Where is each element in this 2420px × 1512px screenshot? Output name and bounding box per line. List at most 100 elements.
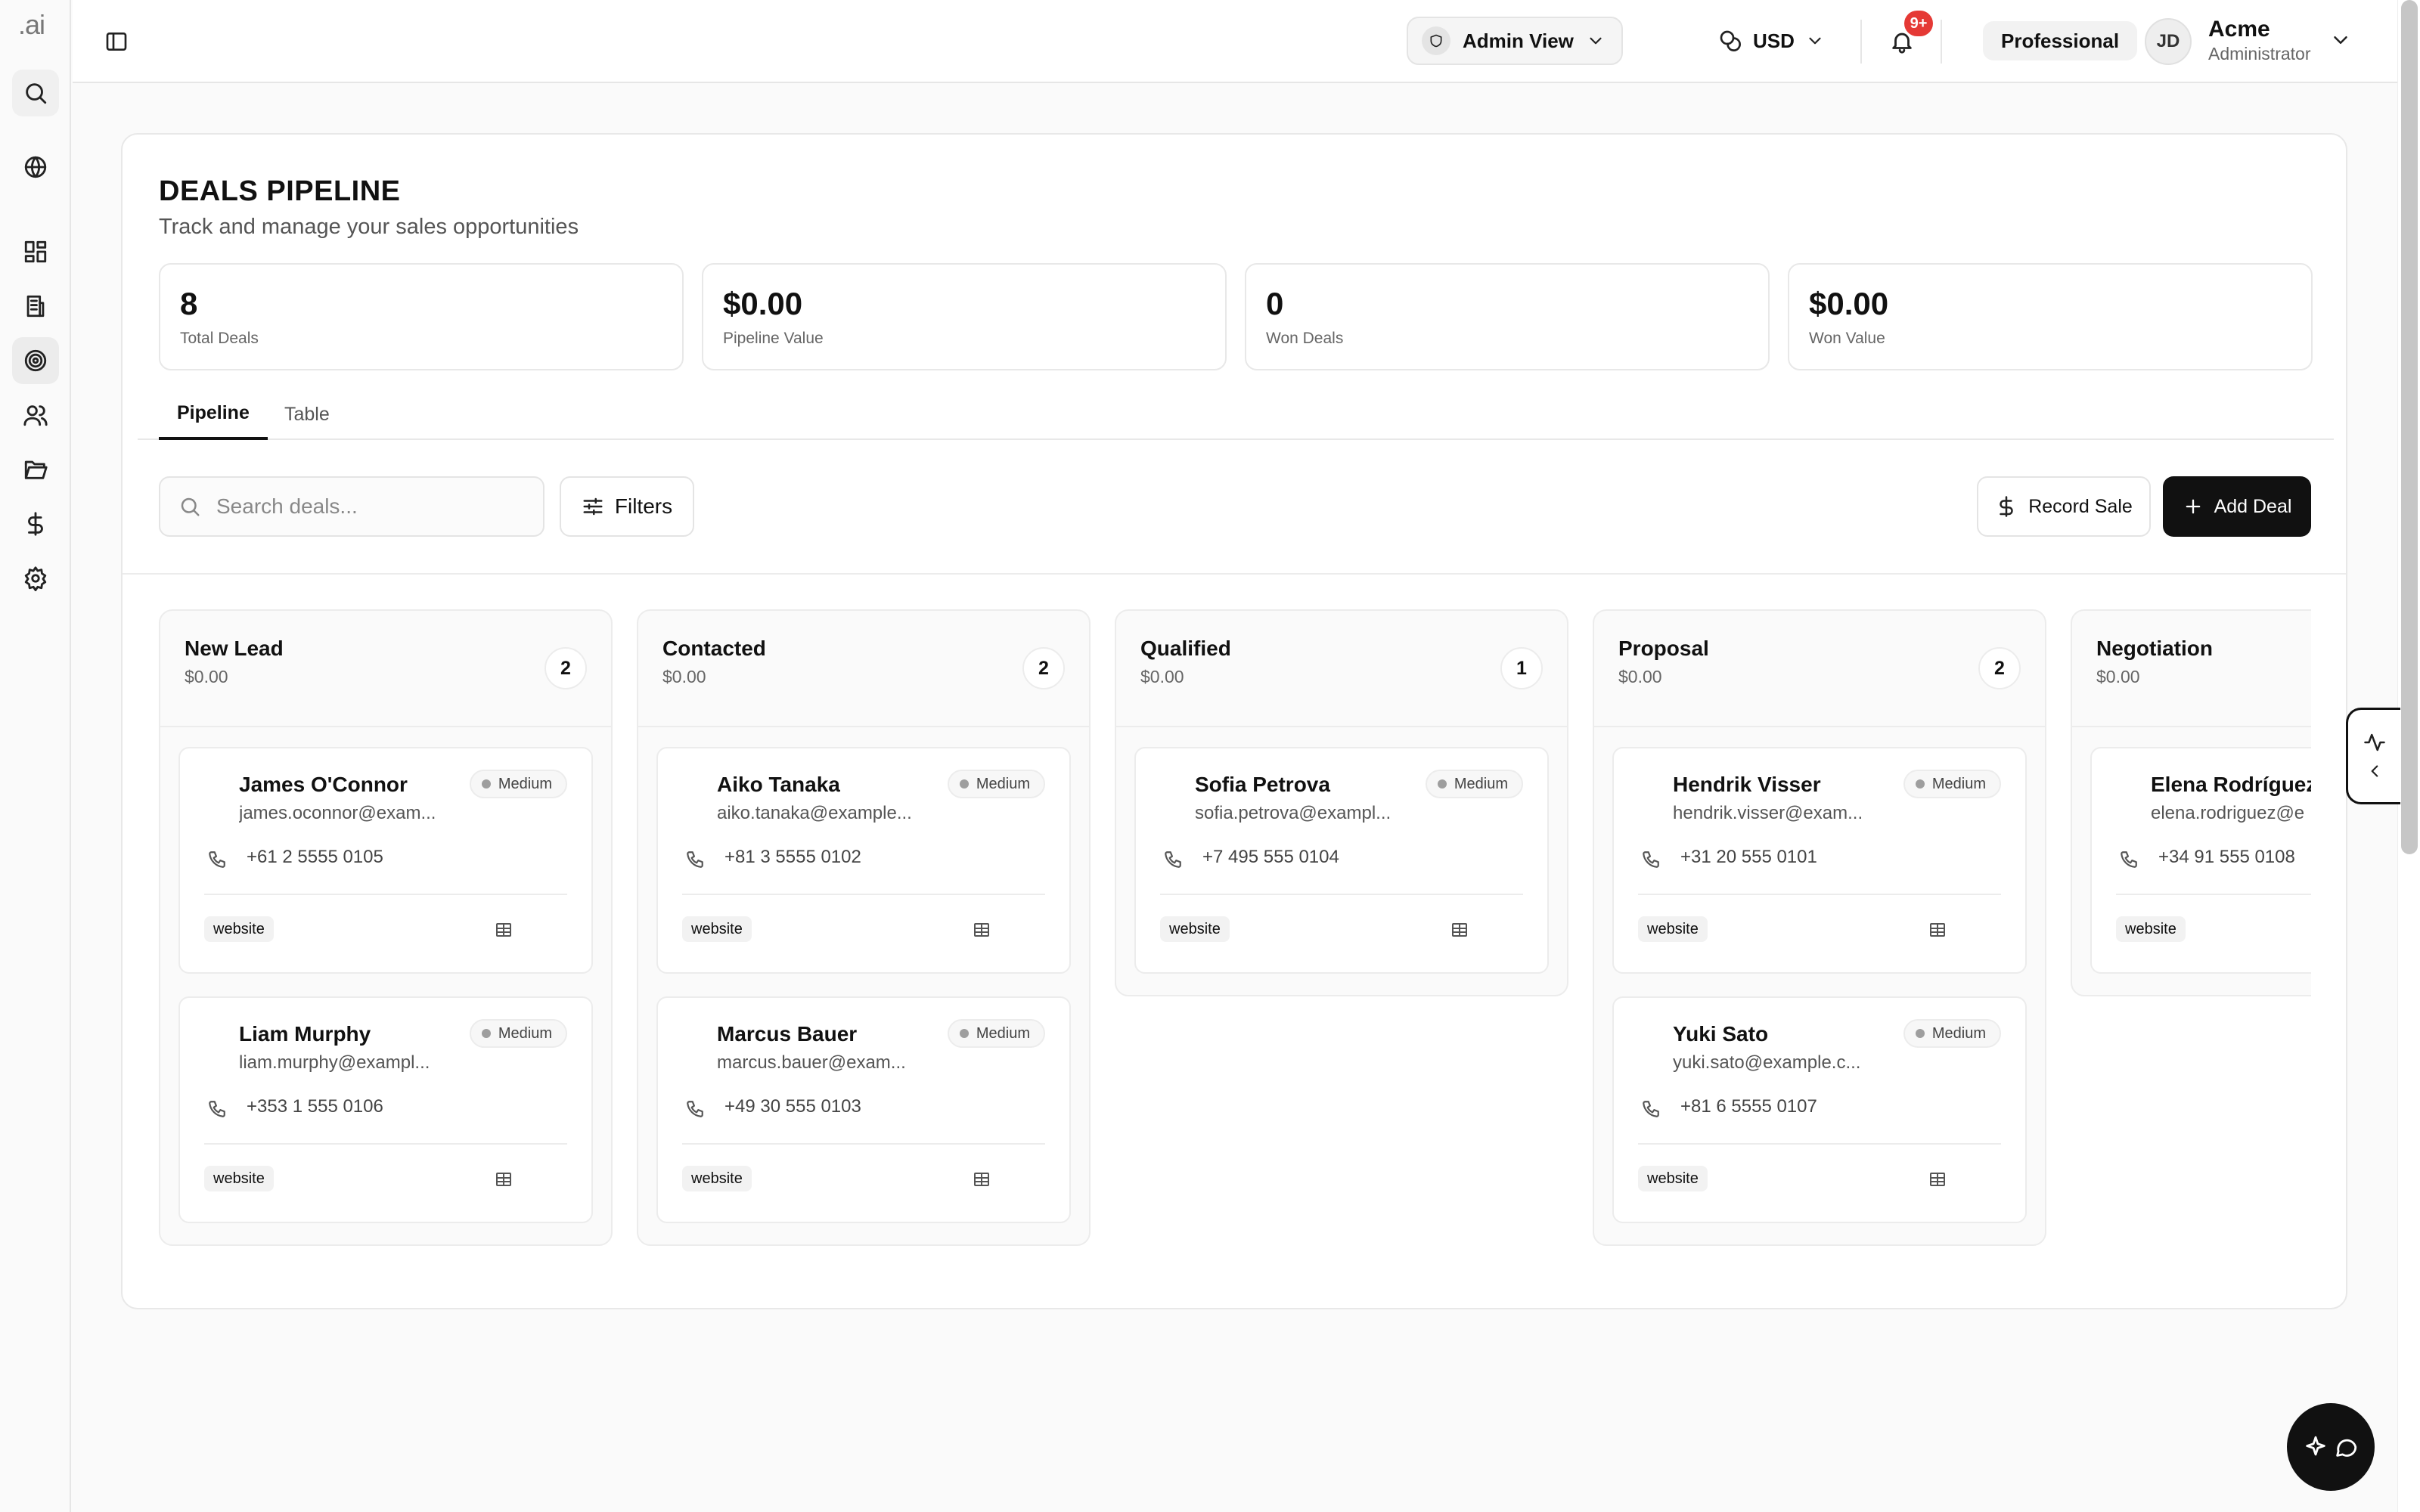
phone-icon: [687, 1101, 703, 1117]
deal-email: elena.rodriguez@e: [2151, 803, 2305, 823]
source-tag: website: [1160, 916, 1230, 942]
deal-details-button[interactable]: [1446, 916, 1473, 943]
currency-selector[interactable]: USD: [1718, 17, 1825, 65]
table-icon: [1452, 923, 1467, 937]
chevron-left-icon: [2371, 765, 2378, 777]
user-role: Administrator: [2208, 44, 2311, 64]
pipeline-column-new-lead: New Lead $0.00 2 James O'Connor james.oc…: [159, 609, 613, 1246]
divider: [682, 894, 1045, 895]
deal-details-button[interactable]: [490, 1166, 517, 1193]
priority-label: Medium: [1454, 775, 1508, 792]
stat-value: 0: [1266, 286, 1284, 321]
priority-badge: Medium: [1903, 770, 2001, 798]
view-selector[interactable]: Admin View: [1407, 17, 1623, 65]
column-total: $0.00: [185, 667, 228, 686]
column-header: Contacted $0.00 2: [638, 611, 1089, 727]
user-name[interactable]: Acme: [2208, 17, 2270, 42]
tab-pipeline[interactable]: Pipeline: [159, 389, 268, 440]
deals-card: DEALS PIPELINE Track and manage your sal…: [121, 133, 2347, 1309]
sidebar-search-button[interactable]: [12, 70, 59, 116]
chevron-down-icon: [1590, 37, 1602, 45]
deal-phone: +7 495 555 0104: [1202, 847, 1339, 867]
column-header: Qualified $0.00 1: [1116, 611, 1567, 727]
avatar[interactable]: JD: [2145, 18, 2192, 65]
table-icon: [1930, 1173, 1945, 1186]
sidebar-item-dashboard[interactable]: [12, 228, 59, 275]
sidebar-toggle-button[interactable]: [100, 25, 133, 58]
deal-email: yuki.sato@example.c...: [1673, 1052, 1861, 1073]
stat-label: Pipeline Value: [723, 330, 824, 347]
deal-card[interactable]: Elena Rodríguez elena.rodriguez@e +34 91…: [2090, 747, 2311, 974]
page-scrollbar[interactable]: [2397, 0, 2420, 1512]
sidebar-item-files[interactable]: [12, 446, 59, 493]
sidebar-item-sales[interactable]: [12, 500, 59, 547]
deal-card[interactable]: Hendrik Visser hendrik.visser@exam... Me…: [1612, 747, 2027, 974]
column-title: New Lead: [185, 637, 284, 660]
topbar-divider: [1860, 20, 1862, 64]
divider: [1638, 894, 2001, 895]
divider: [123, 573, 2346, 575]
deal-card[interactable]: Liam Murphy liam.murphy@exampl... Medium…: [178, 996, 593, 1223]
scrollbar-thumb[interactable]: [2401, 0, 2418, 854]
column-total: $0.00: [1140, 667, 1184, 686]
pipeline-column-qualified: Qualified $0.00 1 Sofia Petrova sofia.pe…: [1115, 609, 1568, 996]
sidebar-item-settings[interactable]: [12, 555, 59, 602]
ai-chat-button[interactable]: [2287, 1403, 2375, 1491]
search-input[interactable]: [216, 494, 534, 519]
priority-label: Medium: [498, 1024, 552, 1042]
sidebar-item-globe[interactable]: [12, 144, 59, 191]
deal-card[interactable]: James O'Connor james.oconnor@exam... Med…: [178, 747, 593, 974]
view-selector-label: Admin View: [1463, 29, 1574, 52]
app-logo: .ai: [18, 9, 45, 40]
sidebar-item-deals[interactable]: [12, 337, 59, 384]
priority-badge: Medium: [947, 770, 1045, 798]
topbar-divider: [1941, 20, 1942, 64]
deal-details-button[interactable]: [968, 1166, 995, 1193]
plan-badge: Professional: [1983, 21, 2138, 60]
deal-email: james.oconnor@exam...: [239, 803, 436, 823]
sidebar-item-companies[interactable]: [12, 283, 59, 330]
divider: [1160, 894, 1523, 895]
deal-details-button[interactable]: [1924, 1166, 1951, 1193]
deal-contact-name: Elena Rodríguez: [2151, 773, 2311, 796]
tab-table[interactable]: Table: [266, 389, 348, 440]
filters-button[interactable]: Filters: [560, 476, 694, 537]
gear-icon: [24, 566, 47, 591]
priority-label: Medium: [976, 1024, 1030, 1042]
deal-phone: +49 30 555 0103: [724, 1096, 861, 1117]
column-title: Qualified: [1140, 637, 1231, 660]
add-deal-label: Add Deal: [2214, 495, 2292, 517]
search-icon: [26, 83, 47, 104]
sidebar-item-contacts[interactable]: [12, 392, 59, 438]
deal-card[interactable]: Aiko Tanaka aiko.tanaka@example... Mediu…: [656, 747, 1071, 974]
priority-label: Medium: [1931, 1024, 1986, 1042]
status-dot: [959, 779, 969, 789]
user-menu-button[interactable]: [2329, 29, 2352, 55]
building-icon: [26, 295, 45, 318]
deal-details-button[interactable]: [968, 916, 995, 943]
deal-email: aiko.tanaka@example...: [717, 803, 912, 823]
record-sale-button[interactable]: Record Sale: [1977, 476, 2151, 537]
priority-badge: Medium: [1903, 1019, 2001, 1048]
stat-label: Won Value: [1809, 330, 1885, 347]
deal-details-button[interactable]: [1924, 916, 1951, 943]
plus-icon: [2186, 499, 2200, 514]
source-tag: website: [682, 1166, 752, 1191]
search-icon: [181, 497, 200, 516]
deal-card[interactable]: Yuki Sato yuki.sato@example.c... Medium …: [1612, 996, 2027, 1223]
deal-email: marcus.bauer@exam...: [717, 1052, 906, 1073]
phone-icon: [687, 851, 703, 868]
search-box: [159, 476, 544, 537]
priority-badge: Medium: [947, 1019, 1045, 1048]
activity-panel-toggle[interactable]: [2346, 708, 2400, 804]
status-dot: [1915, 1029, 1925, 1038]
table-icon: [1930, 923, 1945, 937]
column-title: Proposal: [1618, 637, 1709, 660]
add-deal-button[interactable]: Add Deal: [2163, 476, 2311, 537]
phone-icon: [2121, 851, 2137, 868]
deal-card[interactable]: Marcus Bauer marcus.bauer@exam... Medium…: [656, 996, 1071, 1223]
deal-details-button[interactable]: [490, 916, 517, 943]
priority-badge: Medium: [1425, 770, 1523, 798]
globe-icon: [24, 156, 47, 178]
deal-card[interactable]: Sofia Petrova sofia.petrova@exampl... Me…: [1134, 747, 1549, 974]
